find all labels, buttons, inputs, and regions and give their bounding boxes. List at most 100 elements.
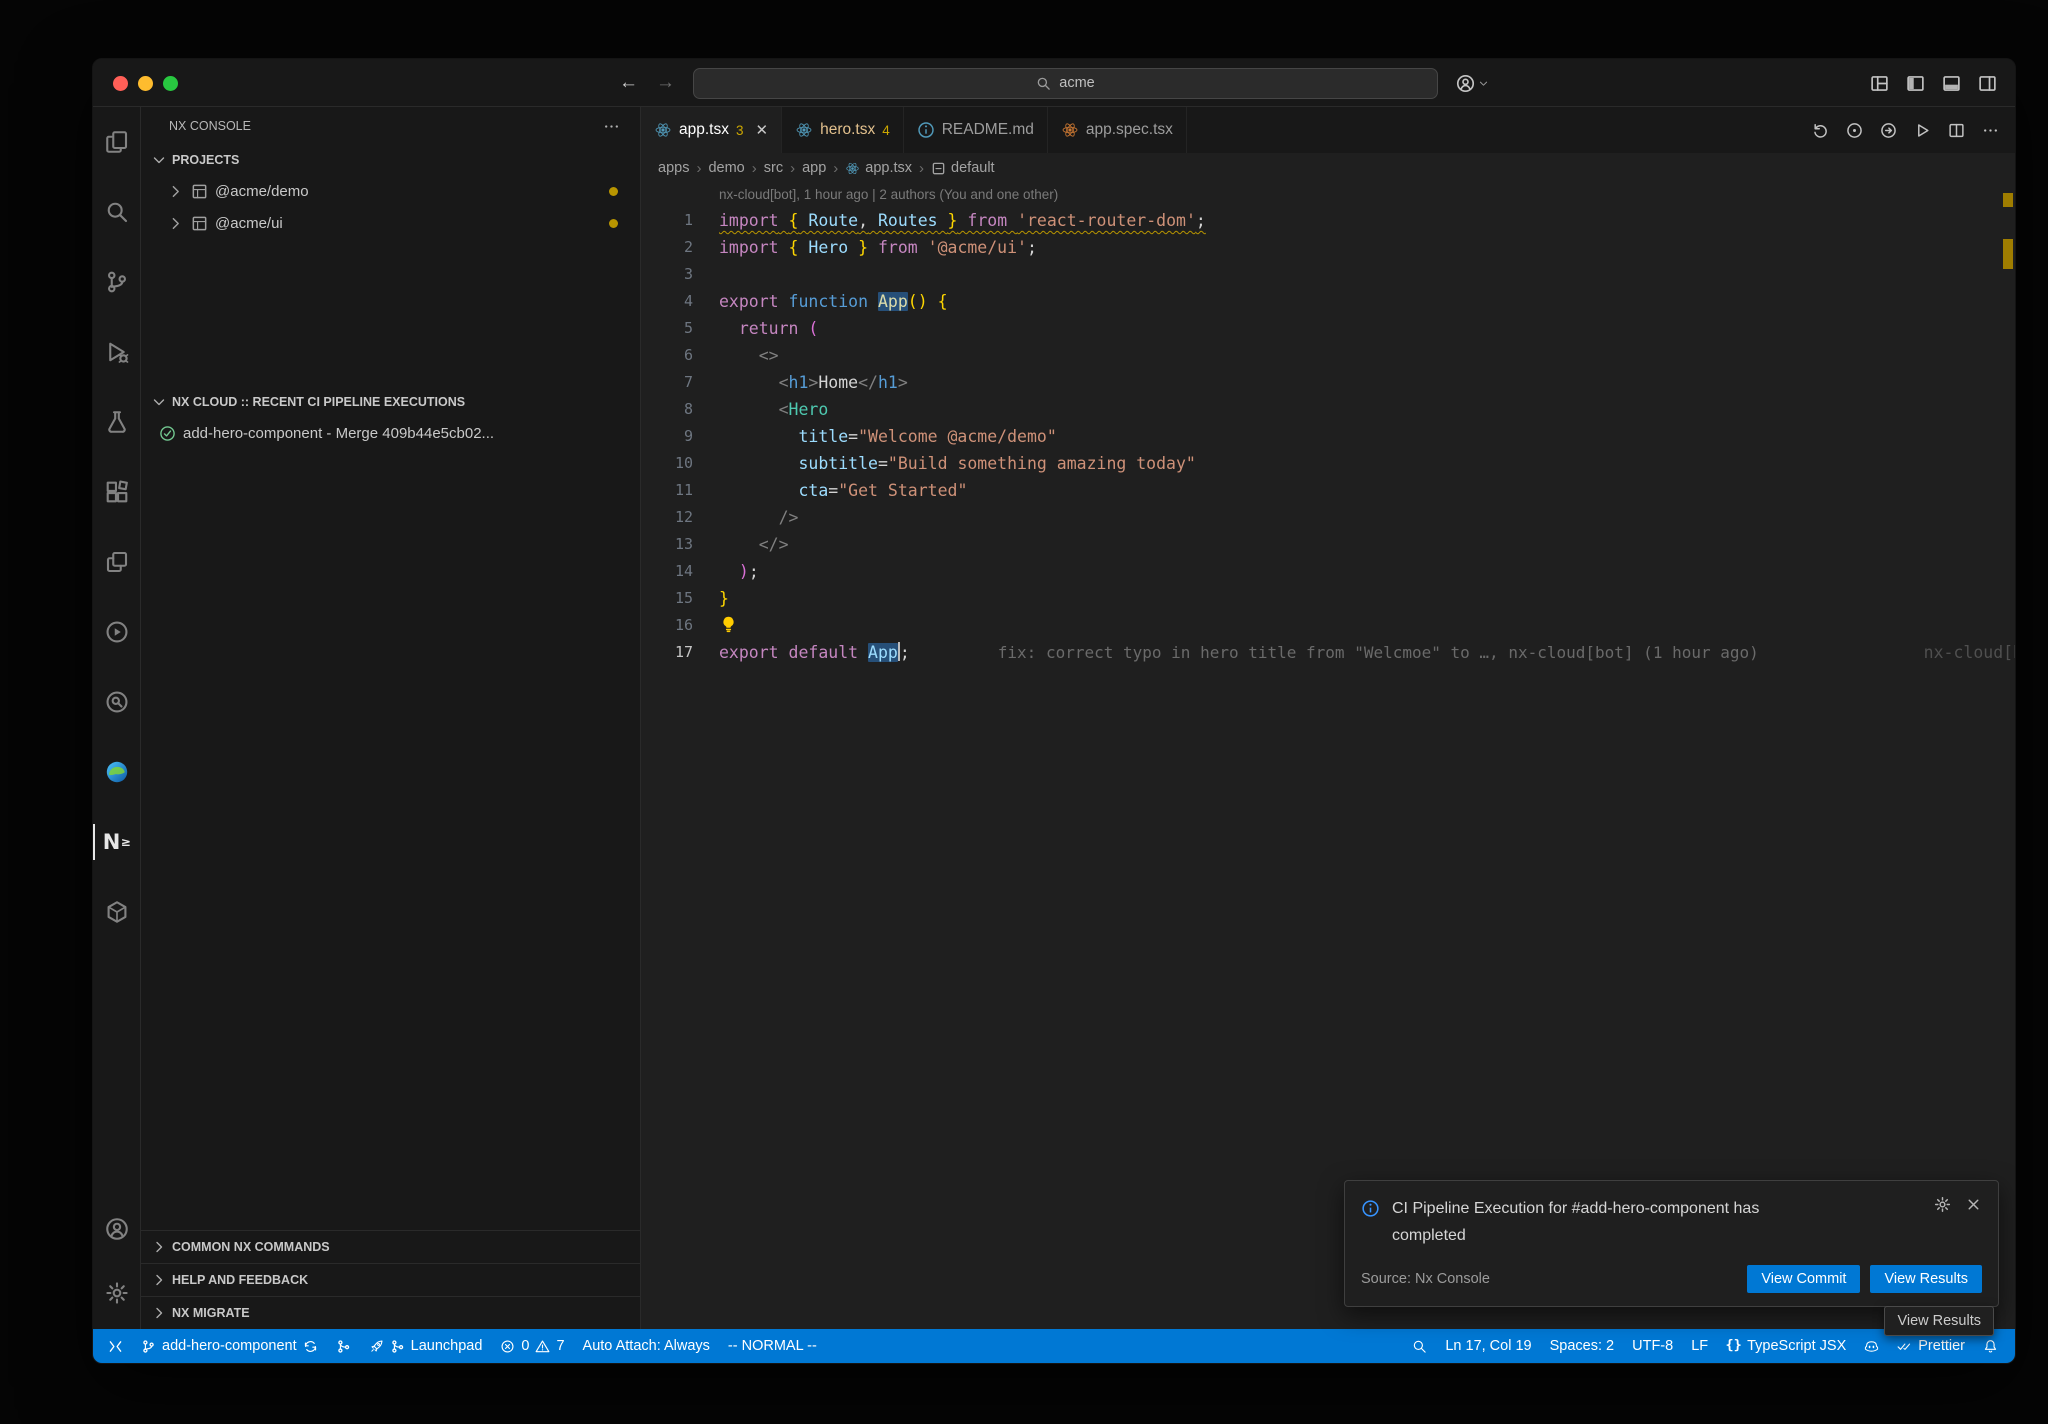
status-encoding[interactable]: UTF-8 <box>1623 1329 1682 1363</box>
react-blue-icon <box>654 121 672 139</box>
status-gitlens[interactable] <box>327 1329 360 1363</box>
section-nx-cloud[interactable]: NX CLOUD :: RECENT CI PIPELINE EXECUTION… <box>141 387 640 417</box>
status-eol[interactable]: LF <box>1682 1329 1717 1363</box>
status-zoom[interactable] <box>1403 1329 1436 1363</box>
status-language-mode[interactable]: {}TypeScript JSX <box>1717 1329 1855 1363</box>
status-launchpad[interactable]: Launchpad <box>360 1329 492 1363</box>
breadcrumb-separator: › <box>833 160 838 177</box>
section-projects[interactable]: PROJECTS <box>141 145 640 175</box>
activity-source-control[interactable] <box>93 247 141 317</box>
braces-icon: {} <box>1726 1339 1741 1354</box>
code-line-15[interactable]: 15} <box>641 585 2015 612</box>
code-line-4[interactable]: 4export function App() { <box>641 288 2015 315</box>
code-line-9[interactable]: 9 title="Welcome @acme/demo" <box>641 423 2015 450</box>
code-line-11[interactable]: 11 cta="Get Started" <box>641 477 2015 504</box>
breadcrumb-apps[interactable]: apps <box>658 160 689 176</box>
discard-icon[interactable] <box>1812 122 1829 139</box>
section-common-nx-commands[interactable]: COMMON NX COMMANDS <box>141 1230 640 1263</box>
activity-live-preview[interactable] <box>93 597 141 667</box>
status-auto-attach[interactable]: Auto Attach: Always <box>574 1329 719 1363</box>
close-window-button[interactable] <box>113 76 128 91</box>
status-problems[interactable]: 07 <box>491 1329 573 1363</box>
more-actions-icon[interactable] <box>603 118 620 135</box>
view-results-button[interactable]: View Results <box>1870 1265 1982 1293</box>
status-indentation[interactable]: Spaces: 2 <box>1541 1329 1624 1363</box>
close-notification-icon[interactable] <box>1965 1196 1982 1213</box>
code-line-8[interactable]: 8 <Hero <box>641 396 2015 423</box>
navigate-back-icon[interactable]: ← <box>619 72 638 94</box>
breadcrumb-app-tsx[interactable]: app.tsx <box>845 160 912 176</box>
code-line-14[interactable]: 14 ); <box>641 558 2015 585</box>
activity-accounts[interactable] <box>93 1197 141 1261</box>
navigate-forward-icon[interactable]: → <box>656 72 675 94</box>
toggle-panel-icon[interactable] <box>1942 74 1961 93</box>
breadcrumb-src[interactable]: src <box>764 160 783 176</box>
breadcrumb-app[interactable]: app <box>802 160 826 176</box>
activity-dependencies[interactable] <box>93 877 141 947</box>
breadcrumb-default[interactable]: default <box>931 160 995 176</box>
section-help-and-feedback[interactable]: HELP AND FEEDBACK <box>141 1263 640 1296</box>
code-line-16[interactable]: 16 <box>641 612 2015 639</box>
run-icon[interactable] <box>1914 122 1931 139</box>
code-line-13[interactable]: 13 </> <box>641 531 2015 558</box>
activity-bar: N≥ <box>93 107 141 1329</box>
sync-icon <box>303 1339 318 1354</box>
activity-settings[interactable] <box>93 1261 141 1325</box>
project-item[interactable]: @acme/demo <box>141 175 640 207</box>
tab-app-spec-tsx[interactable]: app.spec.tsx <box>1048 107 1187 153</box>
code-line-6[interactable]: 6 <> <box>641 342 2015 369</box>
react-blue-icon <box>795 121 813 139</box>
code-line-17[interactable]: 17export default App;fix: correct typo i… <box>641 639 2015 666</box>
command-center-search[interactable]: acme <box>693 68 1438 99</box>
close-tab-icon[interactable]: ✕ <box>756 121 769 139</box>
status-vim-mode[interactable]: -- NORMAL -- <box>719 1329 826 1363</box>
split-editor-icon[interactable] <box>1948 122 1965 139</box>
customize-layout-icon[interactable] <box>1870 74 1889 93</box>
branch-icon <box>141 1339 156 1354</box>
activity-nx-cloud[interactable] <box>93 667 141 737</box>
activity-run-debug[interactable] <box>93 317 141 387</box>
activity-nx-console[interactable]: N≥ <box>93 807 141 877</box>
view-commit-button[interactable]: View Commit <box>1747 1265 1860 1293</box>
rocket-icon <box>369 1339 384 1354</box>
nx-icon: N≥ <box>105 830 129 854</box>
maximize-window-button[interactable] <box>163 76 178 91</box>
activity-edge-tools[interactable] <box>93 737 141 807</box>
tab-readme-md[interactable]: README.md <box>904 107 1048 153</box>
lightbulb-icon[interactable] <box>719 615 738 634</box>
inline-git-blame: fix: correct typo in hero title from "We… <box>998 643 1759 662</box>
code-line-2[interactable]: 2import { Hero } from '@acme/ui'; <box>641 234 2015 261</box>
pipeline-execution-item[interactable]: add-hero-component - Merge 409b44e5cb02.… <box>141 417 640 449</box>
activity-extensions[interactable] <box>93 457 141 527</box>
notification-toast: CI Pipeline Execution for #add-hero-comp… <box>1344 1180 1999 1307</box>
code-line-3[interactable]: 3 <box>641 261 2015 288</box>
code-line-10[interactable]: 10 subtitle="Build something amazing tod… <box>641 450 2015 477</box>
line-number: 12 <box>641 504 693 531</box>
code-line-7[interactable]: 7 <h1>Home</h1> <box>641 369 2015 396</box>
status-cursor-position[interactable]: Ln 17, Col 19 <box>1436 1329 1540 1363</box>
more-actions-icon[interactable] <box>1982 122 1999 139</box>
project-item[interactable]: @acme/ui <box>141 207 640 239</box>
accounts-menu-button[interactable] <box>1456 74 1489 93</box>
nav-forward-icon[interactable] <box>1880 122 1897 139</box>
code-line-5[interactable]: 5 return ( <box>641 315 2015 342</box>
code-editor[interactable]: nx-cloud[bot], 1 hour ago | 2 authors (Y… <box>641 183 2015 1329</box>
activity-remote-explorer[interactable] <box>93 527 141 597</box>
activity-search[interactable] <box>93 177 141 247</box>
notification-settings-icon[interactable] <box>1934 1196 1951 1213</box>
code-line-1[interactable]: 1import { Route, Routes } from 'react-ro… <box>641 207 2015 234</box>
target-icon[interactable] <box>1846 122 1863 139</box>
tab-hero-tsx[interactable]: hero.tsx4 <box>782 107 904 153</box>
breadcrumb-demo[interactable]: demo <box>708 160 744 176</box>
status-remote[interactable] <box>99 1329 132 1363</box>
toggle-sidebar-icon[interactable] <box>1906 74 1925 93</box>
status-copilot[interactable] <box>1855 1329 1888 1363</box>
activity-explorer[interactable] <box>93 107 141 177</box>
activity-testing[interactable] <box>93 387 141 457</box>
minimize-window-button[interactable] <box>138 76 153 91</box>
code-line-12[interactable]: 12 /> <box>641 504 2015 531</box>
tab-app-tsx[interactable]: app.tsx3✕ <box>641 107 782 153</box>
status-git-branch[interactable]: add-hero-component <box>132 1329 327 1363</box>
toggle-secondary-sidebar-icon[interactable] <box>1978 74 1997 93</box>
section-nx-migrate[interactable]: NX MIGRATE <box>141 1296 640 1329</box>
